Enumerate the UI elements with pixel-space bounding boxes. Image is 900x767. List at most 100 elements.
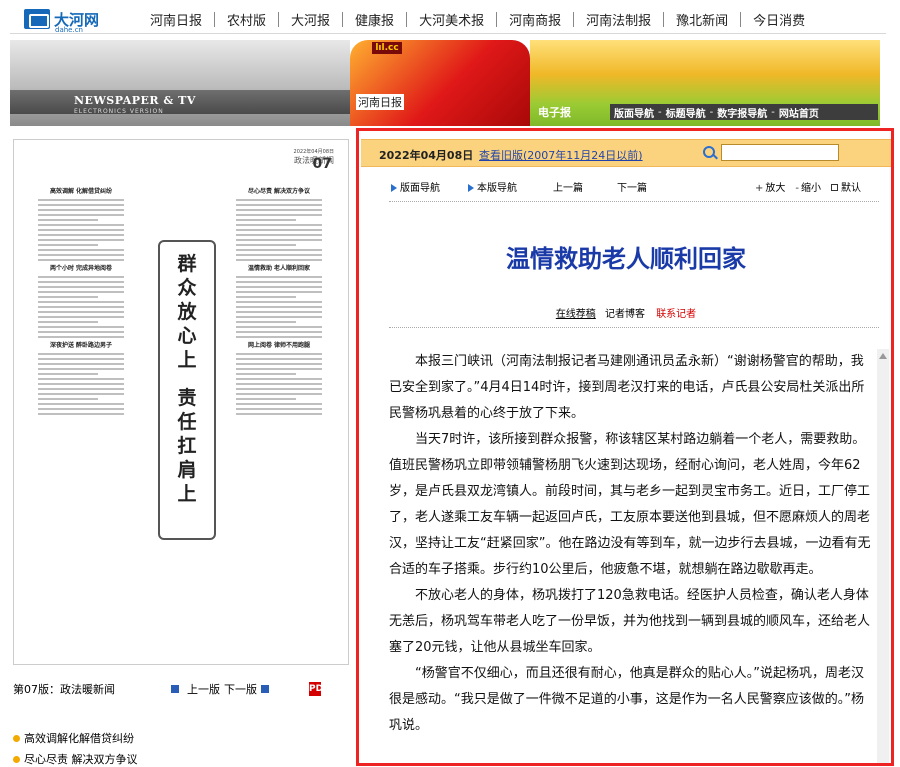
banner-nav-digital[interactable]: 数字报导航 (717, 105, 767, 120)
banner-center-panel: lıl.cc (350, 40, 530, 126)
article-link[interactable]: 高效调解化解借贷纠纷 (13, 730, 134, 746)
layout-nav-link[interactable]: 版面导航 (391, 179, 440, 194)
feature-char: 心 (177, 325, 197, 347)
scroll-up-icon[interactable] (879, 353, 887, 359)
next-page-icon[interactable] (261, 685, 269, 693)
page-layout: 2022年04月08日 政法暖新闻 07 高效调解 化解借贷纠纷 两个小时 完成异… (38, 148, 334, 618)
text-line (38, 413, 124, 415)
current-page-label: 第07版：政法暖新闻 (13, 683, 115, 696)
feature-char: 众 (177, 277, 197, 299)
nav-link[interactable]: 健康报 (343, 10, 406, 29)
banner-nav: 版面导航 - 标题导航 - 数字报导航 - 网站首页 (610, 104, 878, 120)
text-line (38, 358, 124, 360)
text-line (38, 259, 124, 261)
article-title: 温情救助老人顺利回家 (506, 245, 746, 273)
scrollbar[interactable] (877, 349, 889, 763)
banner-nav-layout[interactable]: 版面导航 (614, 105, 654, 120)
this-page-nav-link[interactable]: 本版导航 (468, 179, 517, 194)
bullet-icon (13, 755, 20, 763)
article-link-text[interactable]: 高效调解化解借贷纠纷 (24, 730, 134, 746)
article-body: 本报三门峡讯（河南法制报记者马建刚通讯员孟永新）“谢谢杨警官的帮助，我已安全到家… (389, 349, 873, 763)
nav-link[interactable]: 大河报 (279, 10, 342, 29)
prev-article-link[interactable]: 上一篇 (553, 179, 583, 194)
recommend-link[interactable]: 在线荐稿 (556, 309, 596, 320)
text-line (38, 403, 124, 405)
text-line (236, 331, 322, 333)
blog-link[interactable]: 记者博客 (605, 309, 645, 320)
old-version-link[interactable]: 查看旧版(2007年11月24日以前) (479, 147, 643, 163)
text-line (236, 244, 297, 246)
contact-reporter-link[interactable]: 联系记者 (656, 309, 696, 320)
nav-link[interactable]: 河南商报 (497, 10, 573, 29)
plus-icon: + (755, 182, 764, 194)
next-article-link[interactable]: 下一篇 (617, 179, 647, 194)
article-link-text[interactable]: 尽心尽责 解决双方争议 (24, 751, 138, 767)
page-left-column: 高效调解 化解借贷纠纷 两个小时 完成异地阅卷 深夜护送 醉卧路边男子 (38, 184, 124, 418)
text-line (236, 306, 322, 308)
article-paragraph: 不放心老人的身体，杨巩拨打了120急救电话。经医护人员检查，确认老人身体无恙后，… (389, 588, 871, 655)
logo-icon (24, 9, 50, 29)
pdf-icon[interactable]: PDF (309, 682, 329, 696)
text-line (236, 378, 322, 380)
page-headline: 高效调解 化解借贷纠纷 (49, 188, 113, 195)
text-line (236, 219, 297, 221)
nav-link[interactable]: 豫北新闻 (664, 10, 740, 29)
default-size-link[interactable]: 默认 (831, 179, 861, 194)
nav-link[interactable]: 河南日报 (138, 10, 214, 29)
divider (389, 201, 879, 202)
text-line (236, 259, 322, 261)
text-line (236, 398, 297, 400)
text-line (236, 373, 297, 375)
text-line (38, 219, 99, 221)
dahe-logo[interactable]: 大河网 dahe.cn (24, 8, 99, 34)
current-date: 2022年04月08日 (379, 149, 474, 162)
text-line (236, 413, 322, 415)
text-line (236, 204, 322, 206)
article-meta: 在线荐稿 记者博客 联系记者 (361, 305, 891, 320)
text-line (236, 229, 322, 231)
text-line (236, 311, 322, 313)
minus-icon: - (795, 182, 799, 194)
ebook-label: 电子报 (538, 106, 571, 119)
text-line (38, 398, 99, 400)
text-line (38, 209, 124, 211)
nav-link[interactable]: 农村版 (215, 10, 278, 29)
nav-link[interactable]: 河南法制报 (574, 10, 663, 29)
text-line (236, 353, 322, 355)
prev-page-icon[interactable] (171, 685, 179, 693)
text-line (236, 286, 322, 288)
text-line (38, 353, 124, 355)
article-link[interactable]: 尽心尽责 解决双方争议 (13, 751, 138, 767)
page-preview[interactable]: 2022年04月08日 政法暖新闻 07 高效调解 化解借贷纠纷 两个小时 完成异… (13, 139, 349, 665)
page-headline: 两个小时 完成异地阅卷 (49, 265, 113, 272)
next-page-link[interactable]: 下一版 (224, 681, 257, 697)
text-line (236, 301, 322, 303)
search-icon[interactable] (703, 146, 715, 158)
page-right-column: 尽心尽责 解决双方争议 温情救助 老人顺利回家 网上阅卷 律师不用跑腿 (236, 184, 322, 418)
banner-nav-title[interactable]: 标题导航 (666, 105, 706, 120)
text-line (38, 204, 124, 206)
text-line (38, 383, 124, 385)
page-headline: 深夜护送 醉卧路边男子 (49, 342, 113, 349)
prev-page-link[interactable]: 上一版 (187, 681, 220, 697)
zoom-out-link[interactable]: - 缩小 (795, 179, 821, 194)
text-line (236, 214, 322, 216)
text-line (236, 276, 322, 278)
text-line (236, 254, 322, 256)
text-line (38, 311, 124, 313)
page-headline: 尽心尽责 解决双方争议 (247, 188, 311, 195)
article-subnav: 版面导航 本版导航 上一篇 下一篇 + 放大 - 缩小 默认 (361, 175, 891, 197)
date-bar: 2022年04月08日 查看旧版(2007年11月24日以前) (361, 139, 891, 167)
feature-char: 群 (177, 253, 197, 275)
banner-nav-home[interactable]: 网站首页 (779, 105, 819, 120)
nav-link[interactable]: 今日消费 (741, 10, 817, 29)
text-line (236, 368, 322, 370)
nav-link[interactable]: 大河美术报 (407, 10, 496, 29)
text-line (236, 336, 322, 338)
page-headline: 网上阅卷 律师不用跑腿 (247, 342, 311, 349)
zoom-in-link[interactable]: + 放大 (755, 179, 785, 194)
text-line (236, 291, 322, 293)
bullet-icon (13, 734, 20, 742)
search-input[interactable] (721, 144, 839, 161)
page-header: 2022年04月08日 政法暖新闻 07 (174, 148, 334, 172)
